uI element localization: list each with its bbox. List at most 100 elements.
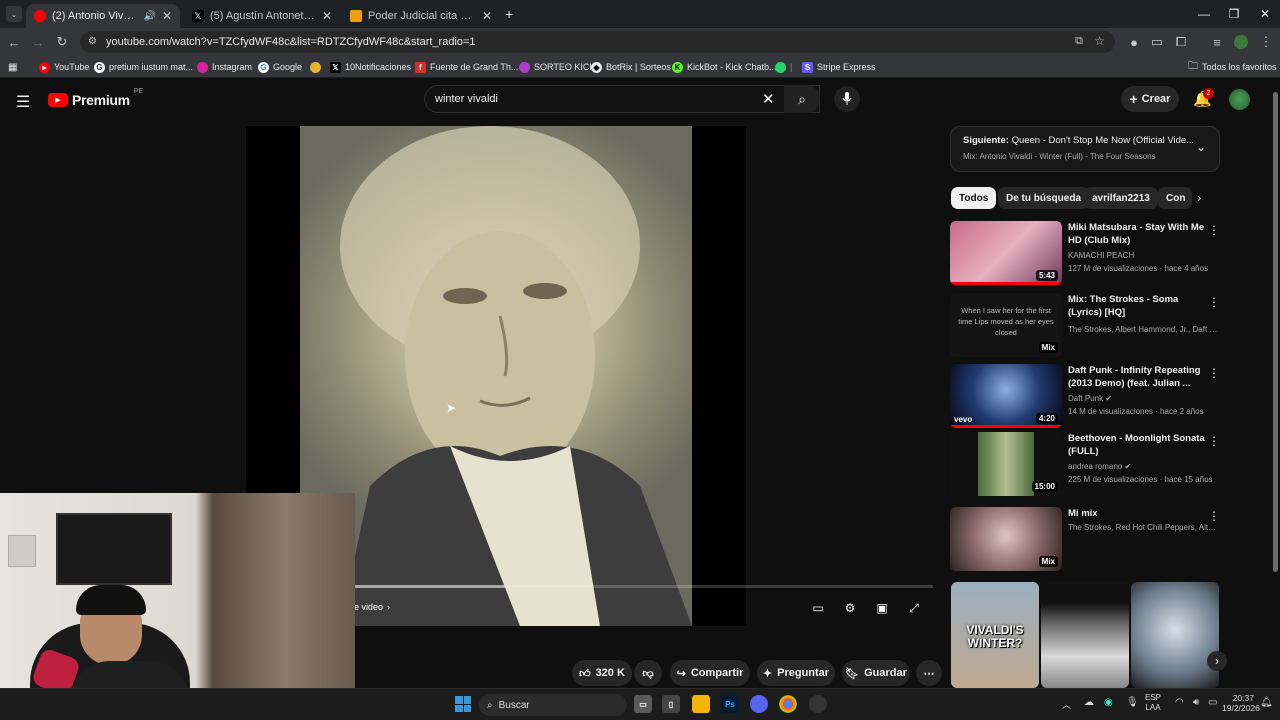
chip-avrilfan2213[interactable]: avrilfan2213 (1084, 187, 1158, 209)
more-options-icon[interactable]: ⋮ (1208, 223, 1220, 237)
ask-button[interactable]: ✦ Preguntar (757, 660, 835, 686)
wifi-icon[interactable]: ◠ (1175, 697, 1184, 708)
notification-center-icon[interactable]: 🔔︎ (1260, 697, 1273, 708)
discord-icon[interactable] (750, 695, 768, 713)
all-favorites[interactable]: 🗀 Todos los favoritos (1188, 59, 1277, 75)
close-window-button[interactable]: ✕ (1250, 4, 1280, 24)
settings-gear-icon[interactable]: ⚙ (840, 599, 860, 617)
more-options-icon[interactable]: ⋮ (1208, 295, 1220, 309)
account-avatar[interactable] (1229, 89, 1250, 110)
bookmark-star-icon[interactable]: ☆ (1094, 34, 1105, 48)
search-input[interactable]: winter vivaldi (424, 85, 820, 113)
short-thumbnail[interactable]: VIVALDI'S WINTER? (951, 582, 1039, 688)
chips-next-chevron-icon[interactable]: › (1197, 190, 1201, 205)
mic-tray-icon[interactable]: 🎙︎ (1126, 697, 1139, 708)
close-tab-icon[interactable]: ✕ (162, 9, 172, 23)
tab-poder-judicial[interactable]: Poder Judicial cita al presidente ✕ (342, 4, 500, 28)
end-screen-link[interactable]: e video › (354, 602, 390, 612)
dislike-button[interactable]: 👎︎ (634, 660, 662, 686)
show-hidden-icons-chevron-icon[interactable]: ︿ (1062, 698, 1071, 711)
list-item[interactable]: 15:00 Beethoven - Moonlight Sonata (FULL… (950, 432, 1220, 496)
speaker-icon[interactable]: 🔊 (143, 11, 155, 22)
clock[interactable]: 20:37 19/2/2026 (1222, 693, 1260, 713)
language-indicator[interactable]: ESP LAA (1145, 693, 1161, 713)
tab-search-icon[interactable]: ⌄ (6, 6, 22, 22)
list-item[interactable]: vevo 4:20 Daft Punk - Infinity Repeating… (950, 364, 1220, 428)
photoshop-icon[interactable]: Ps (721, 695, 739, 713)
volume-icon[interactable]: 🔊︎ (1193, 697, 1199, 708)
youtube-logo[interactable]: ▶ Premium PE (48, 88, 143, 108)
bookmark-kickbot[interactable]: K KickBot - Kick Chatb... (672, 59, 777, 75)
bookmark-unnamed[interactable] (310, 59, 321, 75)
chip-con[interactable]: Con (1158, 187, 1192, 209)
chip-de-tu-busqueda[interactable]: De tu búsqueda (998, 187, 1090, 209)
profile-avatar[interactable] (1234, 35, 1248, 49)
bookmark-10notificaciones[interactable]: 𝕏 10Notificaciones (330, 59, 411, 75)
close-tab-icon[interactable]: ✕ (482, 9, 492, 23)
more-options-icon[interactable]: ⋮ (1208, 434, 1220, 448)
theater-mode-icon[interactable]: ▣ (872, 599, 892, 617)
bookmark-gta[interactable]: f Fuente de Grand Th... (415, 59, 518, 75)
bookmark-stripe[interactable]: S Stripe Express (802, 59, 876, 75)
new-tab-button[interactable]: + (505, 6, 513, 22)
restore-button[interactable]: ❐ (1219, 4, 1249, 24)
list-item[interactable]: Mix Mi mix The Strokes, Red Hot Chili Pe… (950, 507, 1220, 571)
bookmark-instagram[interactable]: Instagram (197, 59, 252, 75)
bookmark-sorteo-kick[interactable]: SORTEO KICK (519, 59, 595, 75)
bookmark-youtube[interactable]: ▸ YouTube (39, 59, 89, 75)
chevron-down-icon[interactable]: ⌄ (1196, 140, 1206, 154)
save-button[interactable]: 🔖︎ Guardar (842, 660, 910, 686)
app-icon[interactable]: ▯ (662, 695, 680, 713)
apps-icon[interactable]: ▦ (8, 59, 17, 75)
subtitles-icon[interactable]: ▭ (808, 599, 828, 617)
extension-icon[interactable]: ▭ (1147, 32, 1167, 52)
forward-icon[interactable]: → (28, 32, 48, 52)
extensions-puzzle-icon[interactable]: ⧠ (1171, 32, 1191, 52)
next-up-card[interactable]: Siguiente: Queen - Don't Stop Me Now (Of… (950, 126, 1220, 172)
short-thumbnail[interactable] (1041, 582, 1129, 688)
more-options-icon[interactable]: ⋮ (1208, 509, 1220, 523)
bookmark-google[interactable]: G Google (258, 59, 302, 75)
site-info-icon[interactable]: ⚙ (88, 36, 97, 47)
chrome-icon[interactable] (779, 695, 797, 713)
list-item[interactable]: 5:43 Miki Matsubara - Stay With Me HD (C… (950, 221, 1220, 285)
bookmark-botrix[interactable]: ◆ BotRix | Sorteos (591, 59, 671, 75)
media-control-icon[interactable]: ≡ (1207, 32, 1227, 52)
search-button[interactable]: ⌕ (784, 85, 820, 113)
battery-icon[interactable]: ▭ (1208, 697, 1217, 708)
create-button[interactable]: + Crear (1121, 86, 1179, 112)
voice-search-button[interactable] (834, 86, 860, 112)
clear-search-icon[interactable]: ✕ (762, 90, 775, 108)
more-actions-button[interactable]: ⋯ (916, 660, 942, 686)
more-options-icon[interactable]: ⋮ (1208, 366, 1220, 380)
reload-icon[interactable]: ↻ (52, 32, 72, 52)
close-tab-icon[interactable]: ✕ (322, 9, 332, 23)
address-bar[interactable]: ⚙ youtube.com/watch?v=TZCfydWF48c&list=R… (80, 31, 1115, 53)
windows-start-icon[interactable] (455, 696, 471, 712)
menu-icon[interactable]: ⋮ (1256, 32, 1276, 52)
file-explorer-icon[interactable] (692, 695, 710, 713)
fullscreen-icon[interactable]: ⤢ (904, 599, 924, 617)
extension-icon[interactable]: ● (1124, 32, 1144, 52)
bookmark-pretium[interactable]: Gpretium iustum mat... (94, 59, 193, 75)
app-icon[interactable] (809, 695, 827, 713)
cloud-icon[interactable]: ☁ (1084, 697, 1094, 708)
page-scrollbar[interactable] (1270, 80, 1280, 688)
shorts-next-chevron-icon[interactable]: › (1207, 651, 1227, 671)
share-button[interactable]: ↪ Compartir (670, 660, 750, 686)
minimize-button[interactable]: — (1189, 4, 1219, 24)
task-view-icon[interactable]: ▭ (634, 695, 652, 713)
tray-icon[interactable]: ◉ (1104, 697, 1113, 708)
like-button[interactable]: 👍︎ 320 K (572, 660, 632, 686)
short-thumbnail[interactable] (1131, 582, 1219, 688)
cast-icon[interactable]: ⧉ (1075, 35, 1083, 48)
list-item[interactable]: When I saw her for the first time Lips m… (950, 293, 1220, 357)
taskbar-search[interactable]: ⌕ Buscar (479, 694, 627, 716)
hamburger-menu-icon[interactable]: ☰ (16, 92, 30, 112)
tab-x[interactable]: 𝕏 (5) Agustín Antonetti en X: "#E ✕ (184, 4, 340, 28)
tab-youtube[interactable]: (2) Antonio Vivaldi - Winter 🔊 ✕ (26, 4, 180, 28)
progress-bar[interactable] (355, 585, 933, 588)
back-icon[interactable]: ← (4, 32, 24, 52)
bookmark-whatsapp[interactable]: | (775, 59, 792, 75)
chip-todos[interactable]: Todos (951, 187, 997, 209)
